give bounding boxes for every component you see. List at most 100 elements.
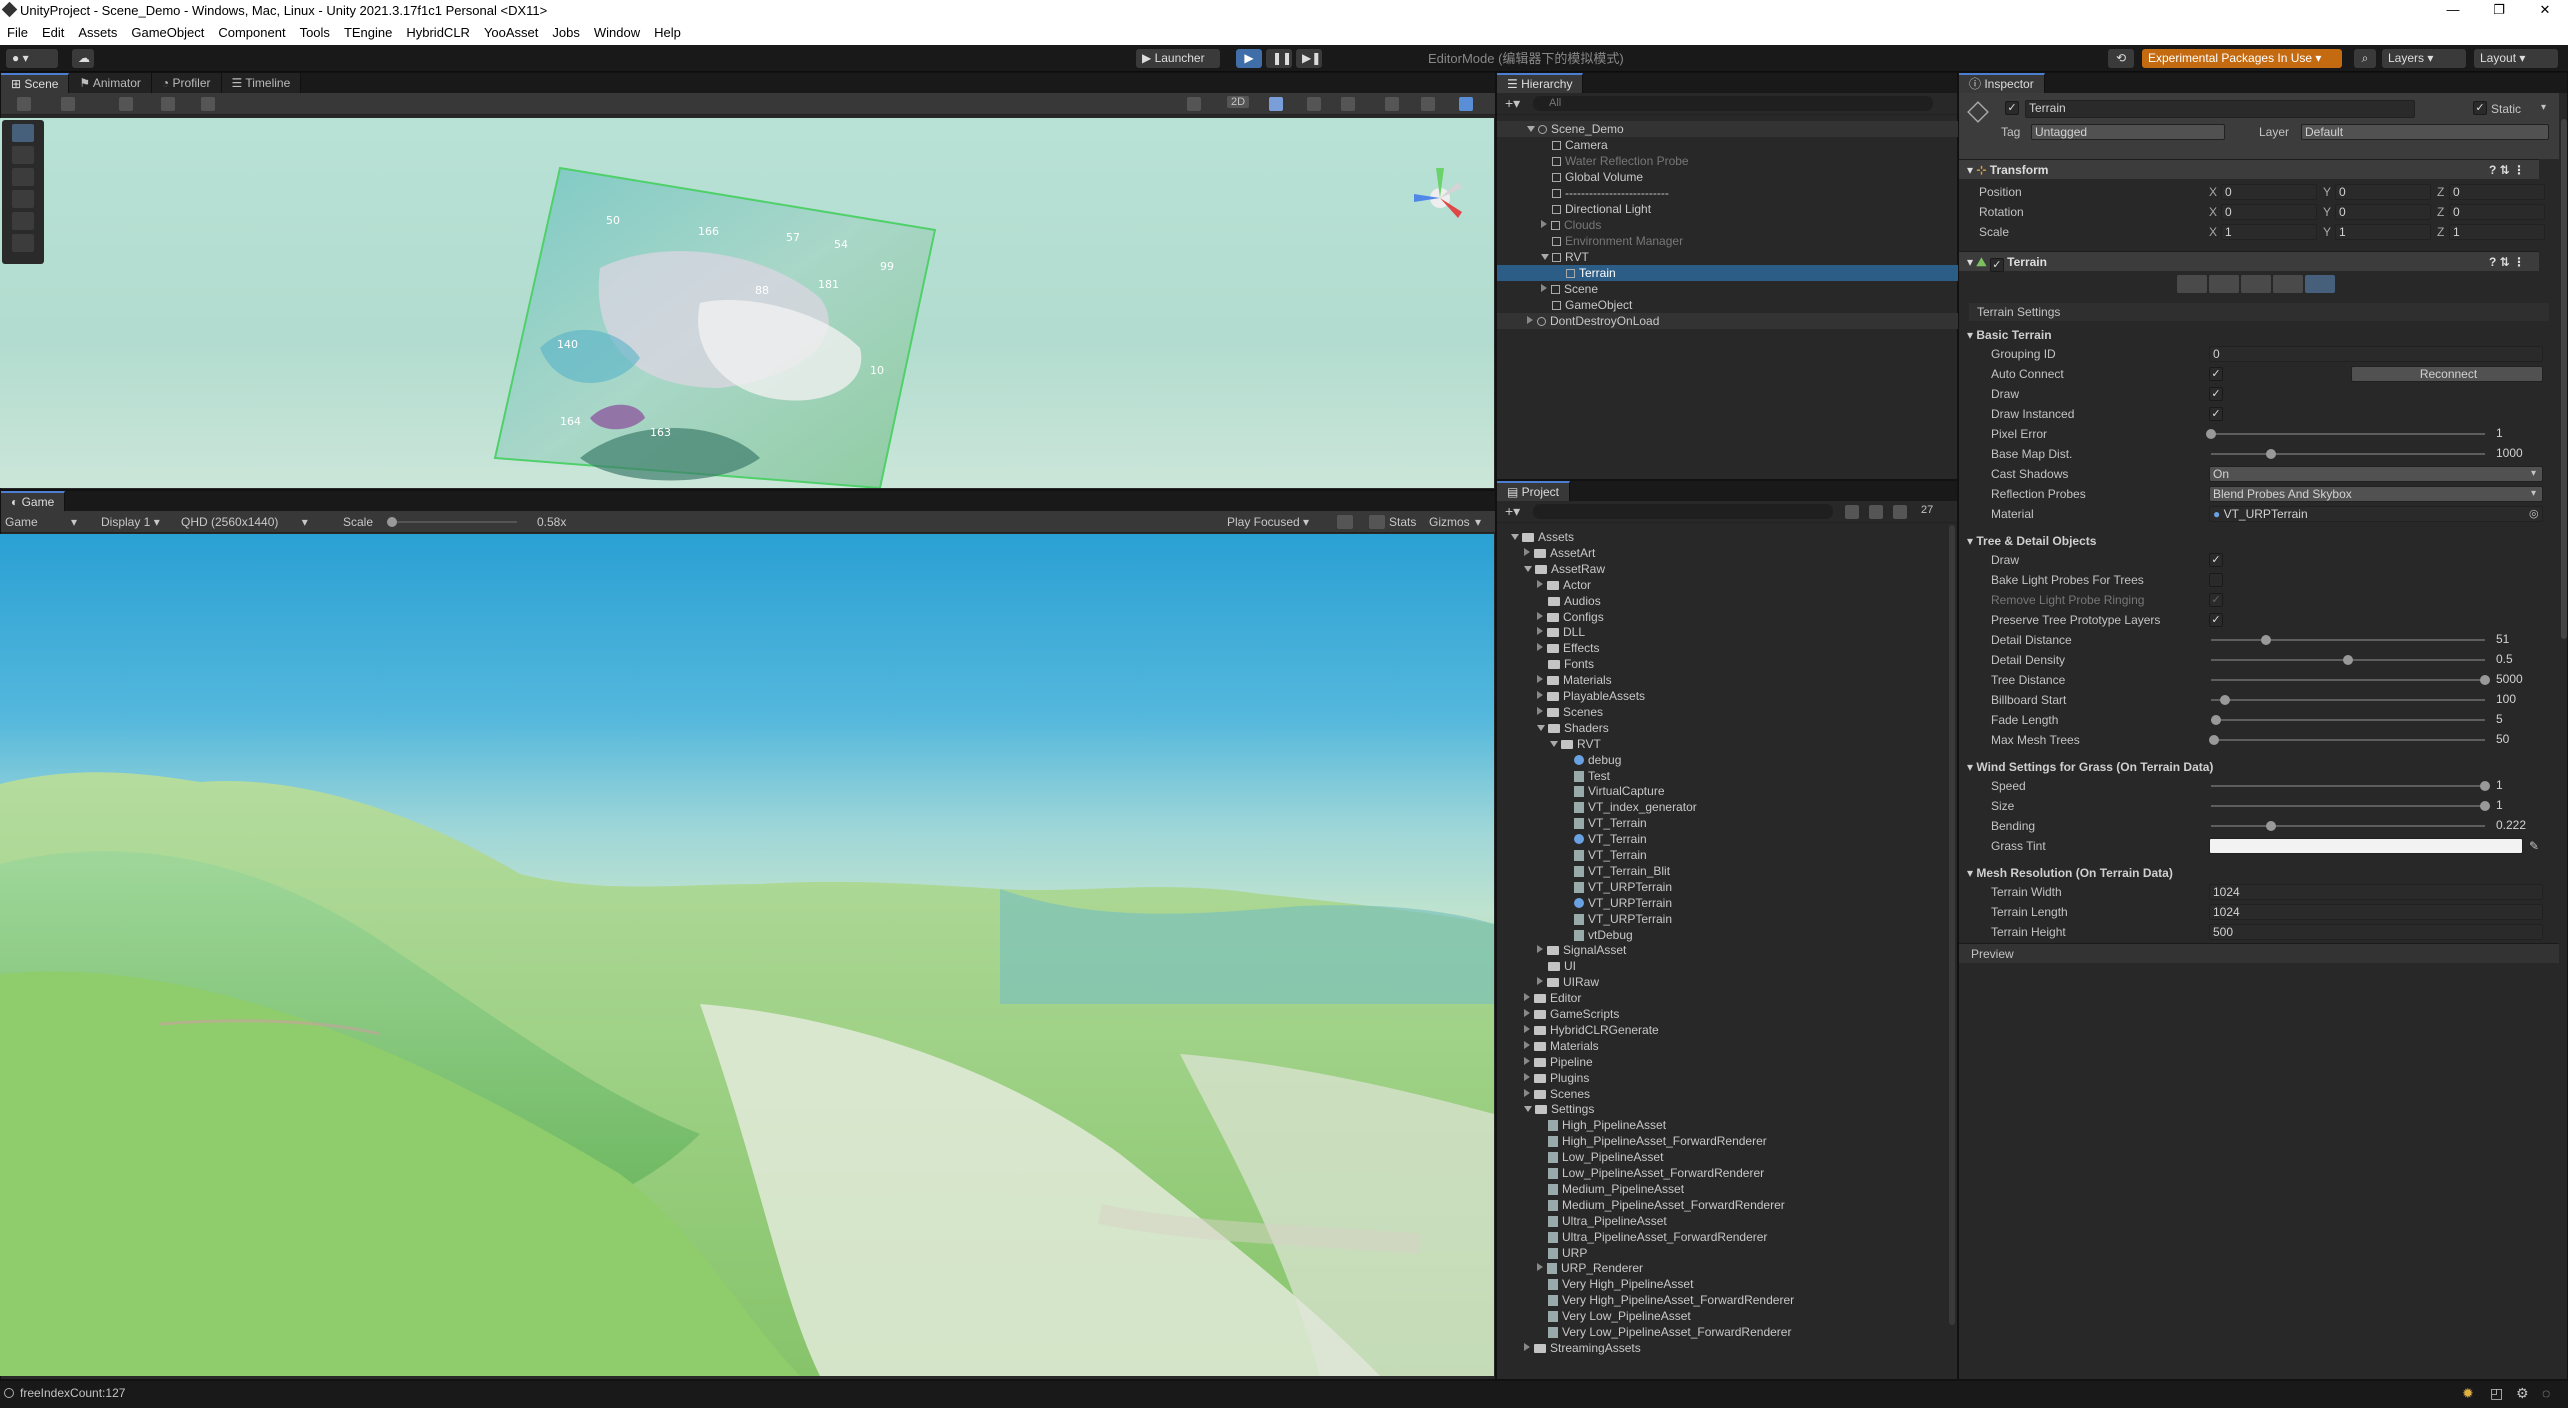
expand-arrow-icon[interactable] [1541, 254, 1549, 260]
property-slider-value[interactable]: 0.5 [2493, 652, 2543, 668]
project-item[interactable]: Test [1497, 768, 1947, 784]
property-slider-value[interactable]: 1 [2493, 798, 2543, 814]
search-icon[interactable]: ⌕ [2354, 49, 2376, 68]
tab-game[interactable]: ◐ Game [1, 491, 66, 511]
project-item[interactable]: DLL [1497, 624, 1947, 640]
project-item[interactable]: SignalAsset [1497, 942, 1947, 958]
property-slider-knob[interactable] [2480, 675, 2490, 685]
menu-help[interactable]: Help [647, 25, 688, 40]
property-slider-value[interactable]: 5 [2493, 712, 2543, 728]
menu-gameobject[interactable]: GameObject [124, 25, 211, 40]
collapse-arrow-icon[interactable] [1524, 993, 1530, 1002]
project-item[interactable]: Scenes [1497, 1086, 1947, 1102]
transform-tool-icon[interactable] [12, 234, 34, 252]
expand-arrow-icon[interactable] [1527, 126, 1535, 132]
collapse-arrow-icon[interactable] [1524, 1088, 1530, 1097]
project-item[interactable]: AssetRaw [1497, 561, 1947, 577]
project-item[interactable]: debug [1497, 752, 1947, 768]
project-item[interactable]: VirtualCapture [1497, 783, 1947, 799]
project-item[interactable]: VT_Terrain [1497, 815, 1947, 831]
hierarchy-item[interactable]: DontDestroyOnLoad [1497, 313, 1959, 329]
rotate-tool-icon[interactable] [12, 168, 34, 186]
project-item[interactable]: Settings [1497, 1101, 1947, 1117]
project-item[interactable]: vtDebug [1497, 927, 1947, 943]
display-dropdown[interactable]: Display 1 ▾ [101, 511, 160, 533]
stats-button[interactable]: Stats [1389, 511, 1416, 533]
property-slider-track[interactable] [2211, 719, 2485, 721]
hierarchy-item[interactable]: Terrain [1497, 265, 1959, 281]
transform-y-field[interactable]: 0 [2335, 184, 2431, 200]
tab-profiler[interactable]: ◔ Profiler [151, 73, 222, 93]
project-item[interactable]: AssetArt [1497, 545, 1947, 561]
property-slider-value[interactable]: 1000 [2493, 446, 2543, 462]
project-item[interactable]: VT_Terrain [1497, 847, 1947, 863]
menu-tengine[interactable]: TEngine [337, 25, 399, 40]
collapse-arrow-icon[interactable] [1524, 1072, 1530, 1081]
property-slider-value[interactable]: 51 [2493, 632, 2543, 648]
active-checkbox[interactable]: ✓ [2005, 101, 2019, 115]
play-focused-dropdown[interactable]: Play Focused ▾ [1227, 511, 1309, 533]
gizmos-dropdown-icon[interactable]: ▾ [1475, 511, 1481, 533]
collapse-arrow-icon[interactable] [1541, 284, 1547, 292]
project-search-input[interactable] [1533, 504, 1833, 519]
minimize-button[interactable]: — [2430, 0, 2476, 20]
collapse-arrow-icon[interactable] [1524, 1040, 1530, 1049]
project-item[interactable]: High_PipelineAsset_ForwardRenderer [1497, 1133, 1947, 1149]
collapse-arrow-icon[interactable] [1537, 611, 1543, 620]
property-slider-knob[interactable] [2266, 449, 2277, 459]
hierarchy-item[interactable]: Water Reflection Probe [1497, 153, 1959, 169]
menu-hybridclr[interactable]: HybridCLR [399, 25, 477, 40]
expand-arrow-icon[interactable] [1550, 740, 1558, 747]
collapse-arrow-icon[interactable] [1537, 675, 1543, 684]
transform-z-field[interactable]: 0 [2449, 184, 2545, 200]
property-slider-knob[interactable] [2480, 801, 2490, 811]
project-item[interactable]: Ultra_PipelineAsset [1497, 1213, 1947, 1229]
static-dropdown-icon[interactable]: ▾ [2541, 102, 2546, 113]
close-button[interactable]: ✕ [2522, 0, 2568, 20]
layers-dropdown[interactable]: Layers ▾ [2382, 49, 2466, 68]
property-slider-value[interactable]: 1 [2493, 426, 2543, 442]
menu-tools[interactable]: Tools [293, 25, 337, 40]
object-name-field[interactable]: Terrain [2025, 100, 2415, 118]
property-slider-track[interactable] [2211, 805, 2485, 807]
scene-viewport[interactable]: 166 57 50 88 140 164 163 181 99 54 10 [0, 118, 1494, 488]
property-slider-track[interactable] [2211, 639, 2485, 641]
property-checkbox[interactable]: ✓ [2209, 387, 2223, 401]
hierarchy-item[interactable]: Directional Light [1497, 201, 1959, 217]
project-item[interactable]: UI [1497, 958, 1947, 974]
project-item[interactable]: Fonts [1497, 656, 1947, 672]
project-item[interactable]: Audios [1497, 593, 1947, 609]
property-dropdown[interactable]: Blend Probes And Skybox [2209, 486, 2543, 502]
hidden-objects-icon[interactable] [1385, 97, 1399, 111]
property-checkbox[interactable] [2209, 573, 2223, 587]
project-item[interactable]: Shaders [1497, 720, 1947, 736]
paint-texture-icon[interactable] [2209, 275, 2239, 293]
project-item[interactable]: GameScripts [1497, 1006, 1947, 1022]
project-item[interactable]: RVT [1497, 736, 1947, 752]
object-picker-icon[interactable]: ◎ [2529, 505, 2539, 523]
property-slider-knob[interactable] [2206, 429, 2216, 439]
hierarchy-item[interactable]: Scene [1497, 281, 1959, 297]
render-mode-icon[interactable] [61, 97, 75, 111]
property-checkbox[interactable]: ✓ [2209, 407, 2223, 421]
terrain-enabled-checkbox[interactable]: ✓ [1989, 258, 2004, 272]
property-slider-knob[interactable] [2480, 781, 2490, 791]
collapse-arrow-icon[interactable] [1524, 1009, 1530, 1017]
tab-hierarchy[interactable]: ☰ Hierarchy [1497, 73, 1584, 93]
property-slider-value[interactable]: 1 [2493, 778, 2543, 794]
tab-project[interactable]: ▤ Project [1497, 481, 1571, 501]
project-item[interactable]: Scenes [1497, 704, 1947, 720]
scale-slider-knob[interactable] [387, 517, 398, 527]
project-item[interactable]: Medium_PipelineAsset [1497, 1181, 1947, 1197]
project-item[interactable]: Very Low_PipelineAsset [1497, 1308, 1947, 1324]
grid-snap-icon[interactable] [119, 97, 133, 111]
increment-snap-icon[interactable] [161, 97, 175, 111]
transform-z-field[interactable]: 1 [2449, 224, 2545, 240]
property-slider-track[interactable] [2211, 679, 2485, 681]
expand-arrow-icon[interactable] [1537, 724, 1545, 731]
project-item[interactable]: Very High_PipelineAsset_ForwardRenderer [1497, 1292, 1947, 1308]
property-checkbox[interactable]: ✓ [2209, 367, 2223, 381]
collapse-arrow-icon[interactable] [1537, 1263, 1543, 1272]
filter-type-icon[interactable] [1845, 505, 1859, 519]
cache-icon[interactable]: ◰ [2490, 1385, 2503, 1402]
